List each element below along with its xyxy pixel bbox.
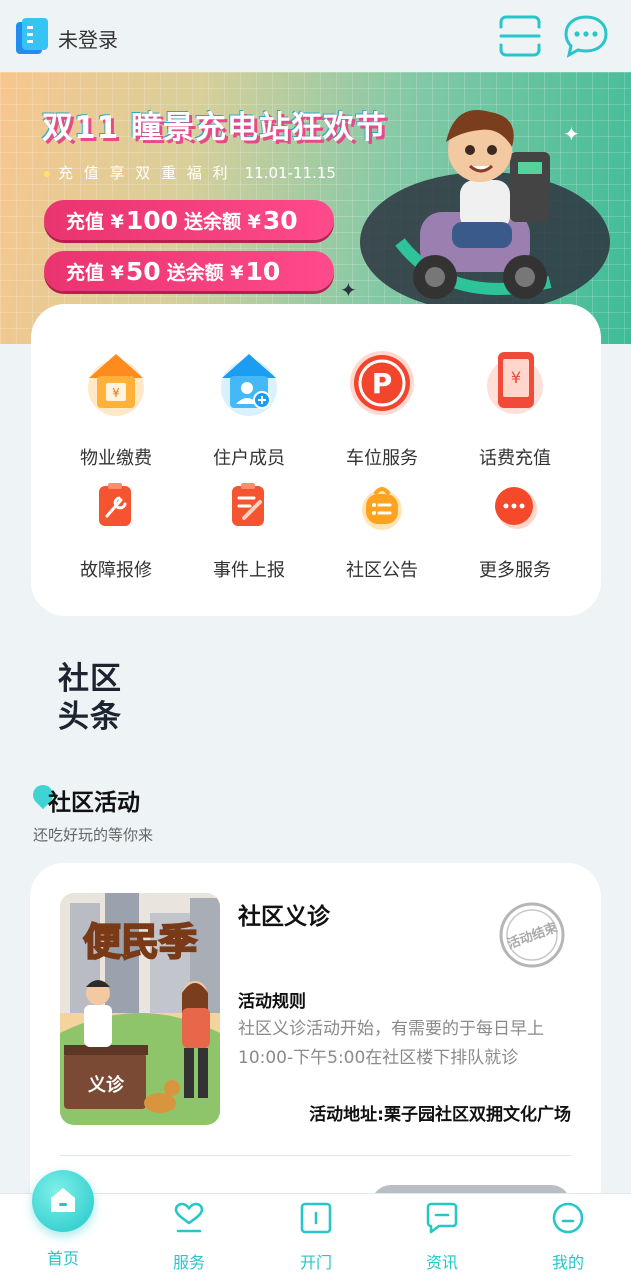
banner-title: 双11 瞳景充电站狂欢节: [42, 110, 387, 146]
app-logo-icon: [16, 18, 48, 54]
activity-card[interactable]: 便民季 义诊 社区义诊 活动结束 活动规则 社区义诊活动开始，有需要的于每日早上…: [30, 863, 601, 1225]
rule-body: 社区义诊活动开始，有需要的于每日早上10:00-下午5:00在社区楼下排队就诊: [238, 1019, 544, 1068]
offer-bonus: 30: [262, 205, 298, 235]
sparkle-icon: ✦: [340, 278, 357, 302]
poster-title: 便民季: [83, 920, 197, 964]
add-member-icon: [221, 354, 277, 416]
headline-line-2: 头条: [58, 699, 122, 735]
svg-text:P: P: [372, 367, 393, 400]
tab-news[interactable]: 资讯: [397, 1193, 487, 1280]
section-subtitle: 还吃好玩的等你来: [33, 826, 154, 844]
services-grid: ¥ 物业缴费 住户成员 P 车位服务 ¥ 话费充值 故障报修 事件上报 社区公告…: [31, 304, 601, 616]
community-headline-logo[interactable]: 社区 头条: [58, 660, 122, 736]
house-payment-icon: ¥: [88, 354, 144, 416]
tab-label: 服务: [172, 1253, 205, 1272]
offer-suffix: 送余额 ¥: [166, 261, 244, 284]
service-parking[interactable]: P 车位服务: [317, 348, 447, 470]
profile-icon: [552, 1202, 584, 1234]
tab-label: 我的: [551, 1253, 584, 1272]
offer-prefix: 充值 ¥: [66, 210, 124, 233]
service-announcement[interactable]: 社区公告: [317, 482, 447, 582]
chat-bubble-icon[interactable]: [563, 14, 609, 58]
service-household-members[interactable]: 住户成员: [184, 348, 314, 470]
banner-subtitle: 充 值 享 双 重 福 利 11.01-11.15: [44, 162, 336, 183]
service-label: 物业缴费: [80, 448, 152, 469]
section-title: 社区活动: [48, 790, 140, 816]
login-status[interactable]: 未登录: [58, 24, 118, 53]
ended-stamp-icon: 活动结束: [499, 902, 565, 968]
svg-text:¥: ¥: [511, 368, 521, 387]
top-bar: 未登录: [0, 0, 631, 72]
service-incident-report[interactable]: 事件上报: [184, 482, 314, 582]
offer-suffix: 送余额 ¥: [184, 210, 261, 233]
service-label: 故障报修: [80, 560, 152, 581]
more-icon: [495, 487, 537, 529]
service-phone-topup[interactable]: ¥ 话费充值: [450, 348, 580, 470]
phone-topup-icon: ¥: [487, 352, 543, 414]
headline-line-1: 社区: [58, 661, 122, 697]
offer-bonus: 10: [245, 256, 281, 286]
tab-profile[interactable]: 我的: [523, 1193, 613, 1280]
news-icon: [426, 1202, 458, 1234]
service-label: 话费充值: [479, 448, 551, 469]
service-more[interactable]: 更多服务: [450, 482, 580, 582]
offer-prefix: 充值 ¥: [66, 261, 124, 284]
parking-icon: P: [350, 351, 414, 415]
sparkle-icon: ✦: [563, 122, 580, 146]
service-label: 社区公告: [346, 560, 418, 581]
offer-amount: 100: [125, 205, 179, 235]
activity-poster: 便民季 义诊: [60, 893, 220, 1125]
rule-heading: 活动规则: [238, 992, 306, 1012]
repair-icon: [99, 483, 131, 526]
tab-services[interactable]: 服务: [144, 1193, 234, 1280]
stamp-text: 活动结束: [505, 919, 560, 952]
heart-icon: [174, 1202, 204, 1233]
tab-home[interactable]: 首页: [18, 1193, 108, 1280]
service-property-payment[interactable]: ¥ 物业缴费: [51, 348, 181, 470]
tab-label: 开门: [299, 1253, 332, 1272]
service-label: 事件上报: [213, 560, 285, 581]
scan-icon[interactable]: [498, 14, 542, 58]
offer-pill-1[interactable]: 充值 ¥100 送余额 ¥30: [44, 200, 334, 240]
bullet-dot: [44, 170, 50, 177]
activity-title: 社区义诊: [238, 904, 330, 930]
tab-door[interactable]: 开门: [271, 1193, 361, 1280]
offer-pill-2[interactable]: 充值 ¥50 送余额 ¥10: [44, 251, 334, 291]
svg-text:¥: ¥: [112, 386, 120, 400]
tab-home-spacer: [46, 1201, 80, 1235]
poster-desk-text: 义诊: [88, 1074, 125, 1096]
tab-label: 资讯: [425, 1253, 458, 1272]
tab-label: 首页: [46, 1249, 79, 1268]
divider: [60, 1155, 571, 1156]
door-icon: [300, 1202, 332, 1234]
banner-subtitle-text: 充 值 享 双 重 福 利: [58, 164, 231, 182]
activity-address: 活动地址:栗子园社区双拥文化广场: [309, 1105, 571, 1125]
service-label: 车位服务: [346, 448, 418, 469]
report-icon: [232, 483, 264, 526]
announcement-icon: [362, 487, 402, 530]
service-label: 住户成员: [213, 448, 285, 469]
service-label: 更多服务: [479, 560, 551, 581]
service-repair[interactable]: 故障报修: [51, 482, 181, 582]
banner-date: 11.01-11.15: [244, 164, 336, 182]
offer-amount: 50: [125, 256, 161, 286]
